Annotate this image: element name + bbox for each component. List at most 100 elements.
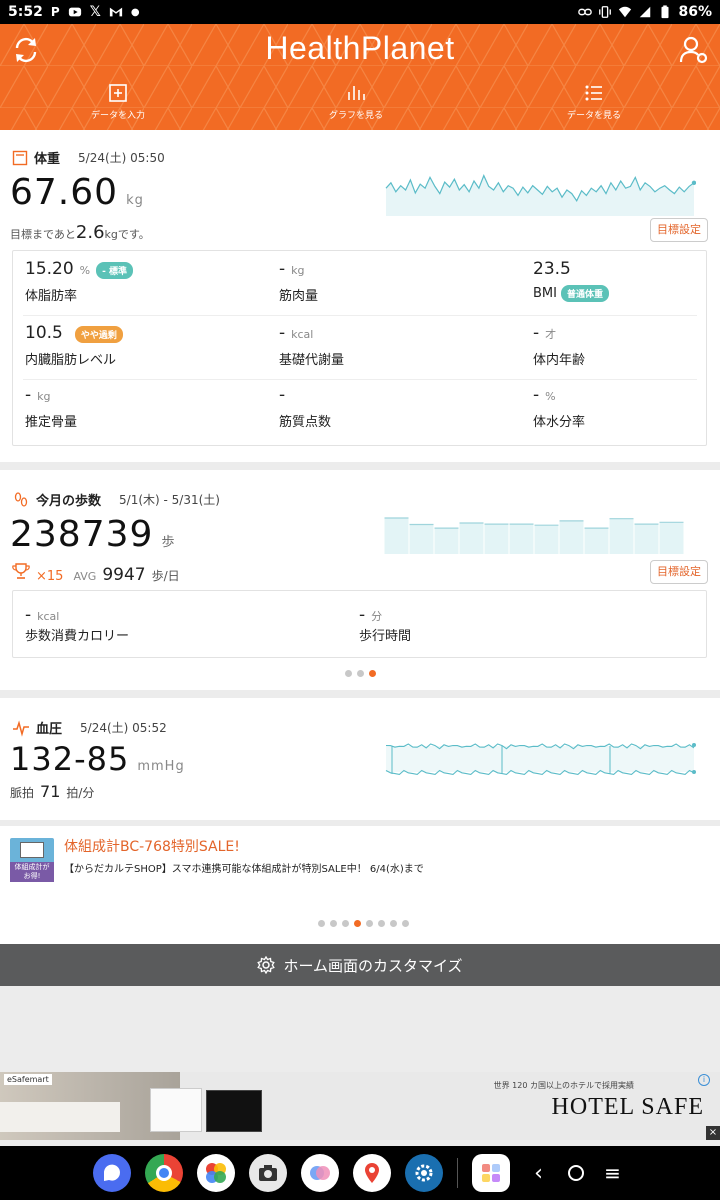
metric-label: 内臓脂肪レベル <box>25 353 117 368</box>
page-dot[interactable] <box>345 670 352 677</box>
steps-summary: ×15 AVG 9947 歩/日 <box>12 562 180 585</box>
steps-bar-chart <box>384 517 684 554</box>
ad-headline: HOTEL SAFE <box>551 1094 704 1120</box>
metric-value: 15.20 <box>25 259 74 279</box>
ad-banner[interactable]: eSafemart 世界 120 カ国以上のホテルで採用実績 HOTEL SAF… <box>0 1072 720 1140</box>
steps-title: 今月の歩数 5/1(木) - 5/31(土) <box>12 490 220 509</box>
app-title: HealthPlanet <box>265 30 455 66</box>
weight-title-text: 体重 <box>34 152 61 167</box>
promo-thumb-caption: 体組成計が お得! <box>10 862 54 882</box>
promo-page-indicator[interactable] <box>318 920 409 927</box>
steps-bar <box>559 520 584 554</box>
steps-bar <box>509 524 534 554</box>
back-button-icon[interactable]: ‹ <box>524 1161 554 1186</box>
weight-latest-point <box>691 180 696 185</box>
nav-view-data[interactable]: データを見る <box>534 82 654 121</box>
page-dot[interactable] <box>318 920 325 927</box>
ad-info-icon[interactable]: i <box>698 1074 710 1086</box>
user-settings-icon[interactable] <box>678 34 710 66</box>
steps-bar <box>584 528 609 554</box>
steps-card[interactable]: 今月の歩数 5/1(木) - 5/31(土) 238739 歩 ×15 AVG 9… <box>0 470 720 690</box>
pulse-icon <box>13 719 29 737</box>
step-calorie-value: - <box>25 605 32 625</box>
steps-goal-button[interactable]: 目標設定 <box>650 560 708 584</box>
page-dot[interactable] <box>366 920 373 927</box>
steps-bar <box>434 528 459 554</box>
bp-date: 5/24(土) 05:52 <box>80 721 167 735</box>
steps-page-indicator[interactable] <box>345 670 376 677</box>
signal-icon <box>640 6 651 18</box>
ad-safe-black <box>206 1090 262 1132</box>
bp-value-row: 132-85 mmHg <box>10 740 185 778</box>
bar-chart-icon <box>348 86 365 100</box>
metric-badge: - 標準 <box>96 262 133 279</box>
messages-app-icon[interactable] <box>92 1154 131 1192</box>
page-dot[interactable] <box>357 670 364 677</box>
steps-date: 5/1(木) - 5/31(土) <box>119 493 220 507</box>
metric-unit: kcal <box>291 328 314 341</box>
metric-unit: % <box>79 264 91 277</box>
bp-band <box>386 746 694 772</box>
ad-close-icon[interactable]: × <box>706 1126 720 1140</box>
promo-title[interactable]: 体組成計BC-768特別SALE! <box>64 836 240 856</box>
x-icon: 𝕏 <box>89 4 101 20</box>
camera-app-icon[interactable] <box>248 1154 287 1192</box>
weight-goal-button[interactable]: 目標設定 <box>650 218 708 242</box>
metric-cell: 10.5 やや過剰 内臓脂肪レベル <box>25 323 265 368</box>
nav-view-graph-label: グラフを見る <box>328 111 383 121</box>
metric-value: - <box>279 385 286 405</box>
home-button-icon[interactable] <box>567 1165 584 1181</box>
metric-value: - <box>533 385 540 405</box>
metric-value: - <box>533 323 540 343</box>
page-dot[interactable] <box>354 920 361 927</box>
pulse-row: 脈拍 71 拍/分 <box>10 782 94 801</box>
metric-label: 推定骨量 <box>25 415 78 430</box>
nav-enter-data-label: データを入力 <box>90 111 145 121</box>
page-dot[interactable] <box>402 920 409 927</box>
ad-safe-white <box>150 1088 202 1132</box>
customize-home-button[interactable]: ホーム画面のカスタマイズ <box>0 944 720 986</box>
customize-label: ホーム画面のカスタマイズ <box>283 956 463 975</box>
steps-metrics-grid: - kcal 歩数消費カロリー -分 歩行時間 <box>12 590 707 658</box>
metric-value: 23.5 <box>533 259 571 279</box>
maps-app-icon[interactable] <box>352 1154 391 1192</box>
scale-icon <box>12 150 28 165</box>
bp-unit: mmHg <box>137 759 185 774</box>
photos-app-icon[interactable] <box>196 1154 235 1192</box>
promo-card[interactable]: 体組成計が お得! 体組成計BC-768特別SALE! 【からだカルテSHOP】… <box>0 826 720 944</box>
gmail-icon <box>109 7 123 17</box>
gear-icon <box>257 956 276 974</box>
nav-view-graph[interactable]: グラフを見る <box>296 82 416 121</box>
recents-button-icon[interactable]: ≡ <box>598 1161 628 1185</box>
app-drawer-icon[interactable] <box>471 1154 510 1192</box>
steps-unit: 歩 <box>161 535 176 550</box>
metric-label: 体水分率 <box>533 415 586 430</box>
page-dot[interactable] <box>342 920 349 927</box>
link-icon <box>578 8 593 16</box>
blood-pressure-card[interactable]: 血圧 5/24(土) 05:52 132-85 mmHg 脈拍 71 拍/分 <box>0 698 720 820</box>
weight-card[interactable]: 体重 5/24(土) 05:50 67.60 kg 目標まであと2.6kgです。 … <box>0 130 720 462</box>
page-dot[interactable] <box>378 920 385 927</box>
metric-unit: % <box>545 390 556 403</box>
weight-date: 5/24(土) 05:50 <box>78 151 165 165</box>
avg-label: AVG <box>73 570 97 583</box>
metric-unit: kg <box>37 390 51 403</box>
more-dot-icon: ● <box>130 6 140 18</box>
goal-suffix: です。 <box>117 228 150 241</box>
settings-app-icon[interactable] <box>404 1154 443 1192</box>
nav-view-data-label: データを見る <box>566 111 621 121</box>
gemini-app-icon[interactable] <box>300 1154 339 1192</box>
page-dot[interactable] <box>390 920 397 927</box>
scale-device-image <box>20 842 44 858</box>
status-bar: 5:52 𝗣 𝕏 ● 86% <box>0 0 720 24</box>
page-dot[interactable] <box>369 670 376 677</box>
nav-enter-data[interactable]: データを入力 <box>58 82 178 121</box>
page-dot[interactable] <box>330 920 337 927</box>
grid-divider <box>23 315 697 316</box>
chrome-app-icon[interactable] <box>144 1154 183 1192</box>
goal-unit: kg <box>104 228 118 241</box>
steps-bar <box>534 525 559 554</box>
metric-value: 10.5 <box>25 323 63 343</box>
bp-title-text: 血圧 <box>36 722 63 737</box>
metric-cell: 15.20% - 標準 体脂肪率 <box>25 259 265 304</box>
